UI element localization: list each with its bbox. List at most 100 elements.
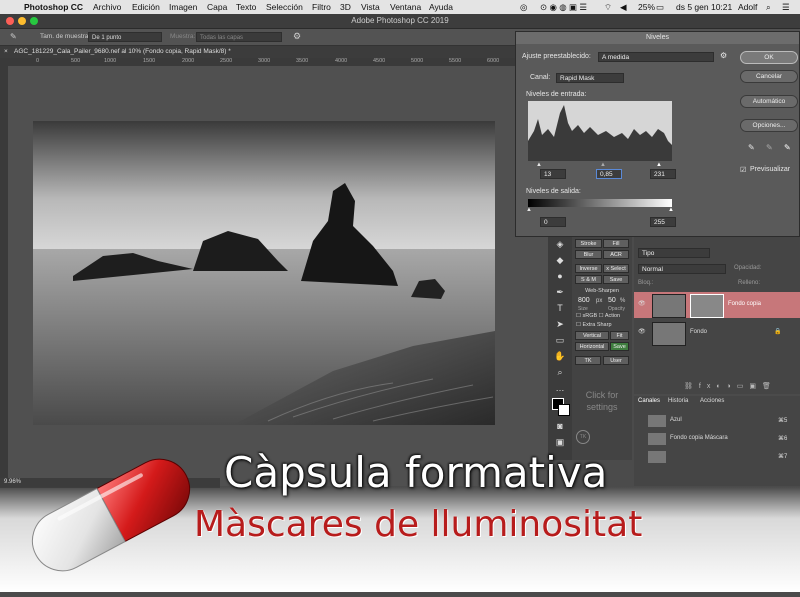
- path-selection-icon[interactable]: ➤: [554, 318, 566, 330]
- menu-filtro[interactable]: Filtro: [312, 2, 331, 12]
- menu-vista[interactable]: Vista: [361, 2, 380, 12]
- tk-logo-icon: TK: [576, 430, 590, 444]
- save2-button[interactable]: Save: [610, 342, 629, 351]
- vertical-ruler[interactable]: [0, 66, 8, 486]
- acr-button[interactable]: ACR: [603, 250, 629, 259]
- auto-button[interactable]: Automático: [740, 95, 798, 108]
- s-and-m-button[interactable]: S & M: [575, 275, 602, 284]
- tab-canales[interactable]: Canales: [638, 398, 660, 404]
- battery-icon[interactable]: ▭: [656, 2, 664, 13]
- fill-button[interactable]: Fill: [603, 239, 629, 248]
- fit-button[interactable]: Fit: [610, 331, 629, 340]
- menu-3d[interactable]: 3D: [340, 2, 351, 12]
- stroke-button[interactable]: Stroke: [575, 239, 602, 248]
- size-value[interactable]: 800: [578, 297, 590, 304]
- gray-eyedropper-icon[interactable]: ✎: [766, 143, 773, 152]
- horizontal-button[interactable]: Horizontal: [575, 342, 609, 351]
- settings-label[interactable]: settings: [572, 402, 632, 412]
- menu-imagen[interactable]: Imagen: [169, 2, 197, 12]
- gamma-input-slider[interactable]: ▲: [600, 162, 606, 168]
- rectangle-tool-icon[interactable]: ▭: [554, 334, 566, 346]
- white-input-slider[interactable]: ▲: [656, 162, 662, 168]
- output-white-field[interactable]: 255: [650, 217, 676, 227]
- web-sharpen-label: Web-Sharpen: [585, 288, 619, 294]
- layer-mask-thumbnail[interactable]: [690, 294, 724, 318]
- sample-size-select[interactable]: De 1 punto: [88, 32, 162, 42]
- blur-button[interactable]: Blur: [575, 250, 602, 259]
- layer-row-fondo[interactable]: 👁 Fondo 🔒: [634, 320, 800, 346]
- eyedropper-icon[interactable]: ✎: [10, 32, 17, 41]
- cancel-button[interactable]: Cancelar: [740, 70, 798, 83]
- black-eyedropper-icon[interactable]: ✎: [748, 143, 755, 152]
- menu-archivo[interactable]: Archivo: [93, 2, 121, 12]
- zoom-tool-icon[interactable]: ⌕: [554, 366, 566, 378]
- output-black-field[interactable]: 0: [540, 217, 566, 227]
- black-output-slider[interactable]: ▲: [526, 207, 532, 213]
- spotlight-icon[interactable]: ⌕: [766, 2, 771, 13]
- creative-cloud-icon[interactable]: ◎: [520, 2, 527, 13]
- menu-capa[interactable]: Capa: [207, 2, 227, 12]
- save-button[interactable]: Save: [603, 275, 629, 284]
- photo-canvas[interactable]: [33, 121, 495, 425]
- channel-select[interactable]: Rapid Mask: [556, 73, 624, 83]
- vertical-button[interactable]: Vertical: [575, 331, 609, 340]
- layer-filter-select[interactable]: Tipo: [638, 248, 710, 258]
- layer-name[interactable]: Fondo: [690, 329, 707, 335]
- horizontal-ruler[interactable]: 0 500 1000 1500 2000 2500 3000 3500 4000…: [0, 58, 515, 66]
- layer-name[interactable]: Fondo copia: [728, 301, 761, 307]
- settings-icon[interactable]: ⚙: [293, 31, 301, 42]
- type-tool-icon[interactable]: T: [554, 302, 566, 314]
- quick-mask-icon[interactable]: ◙: [554, 420, 566, 432]
- blur-tool-icon[interactable]: ◆: [554, 254, 566, 266]
- layers-panel: Tipo Normal Opacidad: Bloq.: Relleno: 👁 …: [634, 234, 800, 394]
- layer-footer-icons[interactable]: ⛓fx◐◑▭▣🗑: [684, 382, 777, 390]
- more-tools-icon[interactable]: …: [554, 382, 566, 394]
- click-for-label[interactable]: Click for: [572, 390, 632, 400]
- opacity-value[interactable]: 50: [608, 297, 616, 304]
- inverse-button[interactable]: Inverse: [575, 264, 602, 273]
- input-white-field[interactable]: 231: [650, 169, 676, 179]
- notification-icon[interactable]: ☰: [782, 2, 790, 13]
- input-levels-label: Niveles de entrada:: [526, 91, 587, 98]
- clock[interactable]: ds 5 gen 10:21: [676, 2, 732, 12]
- menu-app[interactable]: Photoshop CC: [24, 2, 83, 12]
- menu-ventana[interactable]: Ventana: [390, 2, 421, 12]
- menu-texto[interactable]: Texto: [236, 2, 256, 12]
- volume-icon[interactable]: ◀: [620, 2, 627, 13]
- tab-close-icon[interactable]: ×: [4, 48, 8, 55]
- dodge-tool-icon[interactable]: ●: [554, 270, 566, 282]
- preset-gear-icon[interactable]: ⚙: [720, 51, 727, 60]
- white-output-slider[interactable]: ▲: [668, 207, 674, 213]
- black-input-slider[interactable]: ▲: [536, 162, 542, 168]
- channel-row[interactable]: Azul ⌘5: [634, 412, 800, 430]
- input-black-field[interactable]: 13: [540, 169, 566, 179]
- preset-select[interactable]: A medida: [598, 52, 714, 62]
- pen-tool-icon[interactable]: ✒: [554, 286, 566, 298]
- action-label: Action: [604, 313, 621, 319]
- options-button[interactable]: Opciones...: [740, 119, 798, 132]
- input-gamma-field[interactable]: 0,85: [596, 169, 622, 179]
- menu-seleccion[interactable]: Selección: [266, 2, 303, 12]
- tab-historia[interactable]: Historia: [668, 398, 688, 404]
- menu-edicion[interactable]: Edición: [132, 2, 160, 12]
- user-button[interactable]: User: [603, 356, 629, 365]
- tk-button[interactable]: TK: [575, 356, 601, 365]
- hand-tool-icon[interactable]: ✋: [554, 350, 566, 362]
- white-eyedropper-icon[interactable]: ✎: [784, 143, 791, 152]
- paint-bucket-icon[interactable]: ◈: [554, 238, 566, 250]
- visibility-eye-icon[interactable]: 👁: [638, 300, 646, 307]
- background-color-swatch[interactable]: [558, 404, 570, 416]
- ok-button[interactable]: OK: [740, 51, 798, 64]
- layer-row-fondo-copia[interactable]: 👁 Fondo copia: [634, 292, 800, 318]
- sample-select[interactable]: Todas las capas: [196, 32, 282, 42]
- banner-title-line1: Càpsula formativa: [224, 448, 608, 497]
- x-select-button[interactable]: x Select: [603, 264, 629, 273]
- tab-acciones[interactable]: Acciones: [700, 398, 724, 404]
- preview-checkbox[interactable]: ☑: [740, 166, 746, 174]
- channel-row[interactable]: Fondo copia Máscara ⌘6: [634, 430, 800, 448]
- blend-mode-select[interactable]: Normal: [638, 264, 726, 274]
- visibility-eye-icon[interactable]: 👁: [638, 328, 646, 335]
- wifi-icon[interactable]: ⌔: [604, 2, 612, 13]
- user-name[interactable]: Adolf: [738, 2, 757, 12]
- menu-ayuda[interactable]: Ayuda: [429, 2, 453, 12]
